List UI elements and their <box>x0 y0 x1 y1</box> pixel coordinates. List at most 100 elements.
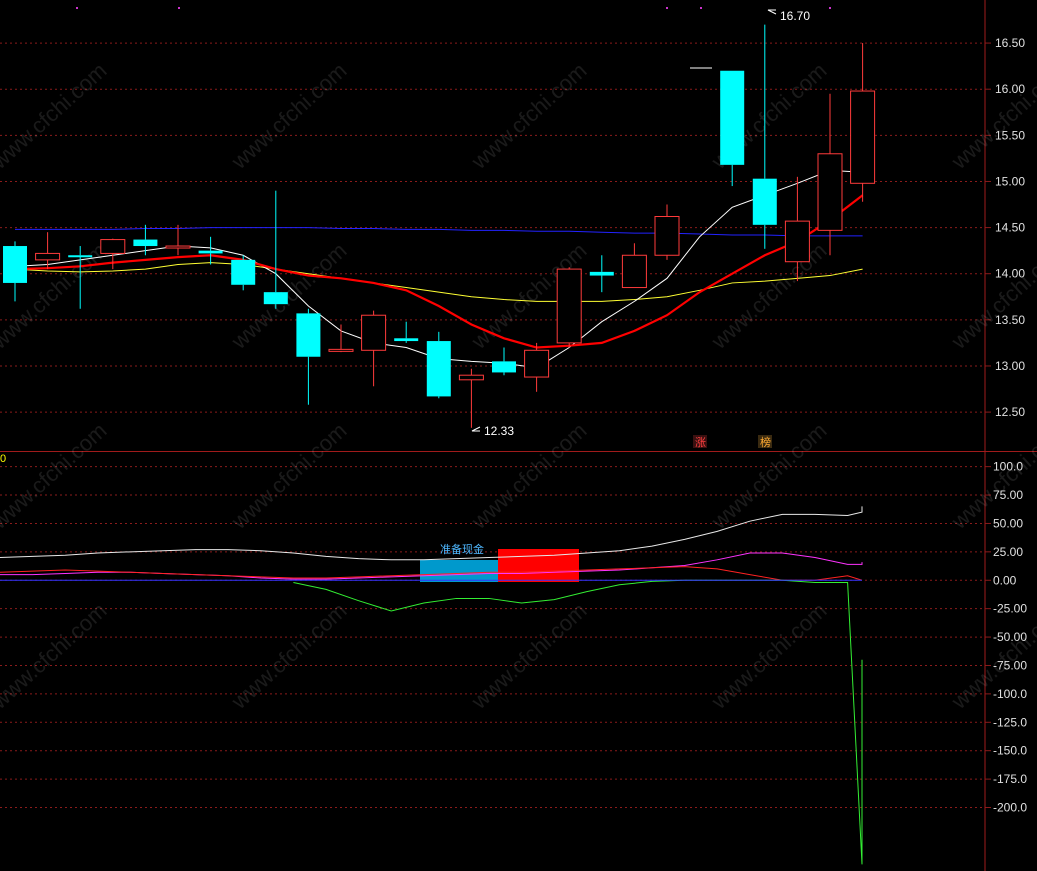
watermark-text: www.cfchi.com <box>0 418 111 535</box>
indicator-tick-label: -125.0 <box>993 715 1027 729</box>
price-tick-label: 13.50 <box>995 313 1025 327</box>
indicator-tick-label: -150.0 <box>993 744 1027 758</box>
watermark-layer: www.cfchi.com www.cfchi.com www.cfchi.com w… <box>0 58 1037 715</box>
candle <box>458 368 484 428</box>
price-tick-label: 14.50 <box>995 221 1025 235</box>
candle-body-up <box>654 216 680 256</box>
candle <box>556 267 582 348</box>
candle <box>426 331 451 399</box>
indicator-tick-label: 50.00 <box>993 516 1023 530</box>
candle-body-up <box>100 239 126 254</box>
candle-body-up <box>621 254 647 289</box>
badge-bang: 榜 <box>758 435 772 449</box>
indicator-tick-label: -100.0 <box>993 687 1027 701</box>
price-tick-label: 16.50 <box>995 36 1025 50</box>
candle <box>850 43 876 202</box>
candle-body-down <box>394 338 419 342</box>
candle <box>328 324 354 353</box>
indicator-tick-label: -75.00 <box>993 658 1027 672</box>
candle <box>654 204 680 260</box>
candle <box>231 255 256 291</box>
watermark-text: www.cfchi.com <box>946 58 1037 175</box>
candle-body-up <box>165 245 191 249</box>
candle-body-up <box>850 90 876 184</box>
candle-body-up <box>361 314 387 351</box>
low-annotation: 12.33 <box>471 424 514 438</box>
indicator-tick-label: -175.0 <box>993 772 1027 786</box>
candlestick-series <box>3 24 876 428</box>
watermark-text: www.cfchi.com <box>706 598 832 715</box>
candle-body-up <box>556 268 582 344</box>
watermark-text: www.cfchi.com <box>946 418 1037 535</box>
watermark-text: www.cfchi.com <box>466 58 592 175</box>
price-tick-label: 13.00 <box>995 359 1025 373</box>
indicator-tick-label: -200.0 <box>993 801 1027 815</box>
indicator-zero-label: 0 <box>0 453 6 465</box>
price-tick-label: 16.00 <box>995 82 1025 96</box>
indicator-axis: 100.0 75.00 50.00 25.00 0.00 -25.00 -50.00 -75.… <box>993 460 1027 815</box>
candle <box>524 342 550 392</box>
watermark-text: www.cfchi.com <box>0 58 111 175</box>
watermark-text: www.cfchi.com <box>0 598 111 715</box>
candle-body-down <box>198 250 223 254</box>
watermark-text: www.cfchi.com <box>226 238 352 355</box>
price-tick-label: 12.50 <box>995 405 1025 419</box>
badge-zhang-label: 涨 <box>695 436 706 449</box>
watermark-text: www.cfchi.com <box>226 58 352 175</box>
low-arrow-icon <box>471 426 481 432</box>
candle-body-down <box>426 341 451 397</box>
candle-body-down <box>231 259 256 285</box>
watermark-text: www.cfchi.com <box>466 598 592 715</box>
high-label: 16.70 <box>780 9 810 23</box>
price-tick-label: 14.00 <box>995 267 1025 281</box>
candle-body-down <box>492 361 516 373</box>
candle-body-down <box>296 313 321 357</box>
candle <box>589 255 614 293</box>
candle <box>492 347 516 376</box>
indicator-tick-label: -25.00 <box>993 602 1027 616</box>
cash-bars: 准备现金 <box>420 542 579 582</box>
badge-bang-label: 榜 <box>760 435 771 449</box>
candle-body-down <box>133 239 158 247</box>
candle <box>361 310 387 387</box>
indicator-tick-label: 25.00 <box>993 545 1023 559</box>
indicator-tick-label: 75.00 <box>993 488 1023 502</box>
candle <box>3 241 27 302</box>
badge-zhang: 涨 <box>693 435 707 449</box>
candle-body-down <box>752 178 777 225</box>
watermark-text: www.cfchi.com <box>226 418 352 535</box>
price-tick-label: 15.50 <box>995 128 1025 142</box>
watermark-text: www.cfchi.com <box>226 598 352 715</box>
candle-body-up <box>524 349 550 378</box>
ma20-line <box>14 262 863 302</box>
candle-body-up <box>458 374 484 381</box>
ma60-line <box>15 227 863 237</box>
price-tick-label: 15.00 <box>995 174 1025 188</box>
candle <box>394 321 419 343</box>
candle <box>133 224 158 256</box>
stock-chart: www.cfchi.com www.cfchi.com www.cfchi.com w… <box>0 0 1037 871</box>
high-arrow-icon <box>767 9 777 15</box>
watermark-text: www.cfchi.com <box>706 238 832 355</box>
candle-body-up <box>35 252 61 261</box>
candle-body-up <box>817 153 843 231</box>
cash-bar-blue <box>420 560 498 582</box>
candle <box>296 308 321 405</box>
high-annotation: 16.70 <box>767 9 810 23</box>
candle-body-down <box>3 246 27 283</box>
cash-label: 准备现金 <box>440 542 484 556</box>
indicator-tick-label: -50.00 <box>993 630 1027 644</box>
indicator-tick-label: 100.0 <box>993 460 1023 474</box>
candle-body-up <box>328 348 354 352</box>
low-label: 12.33 <box>484 424 514 438</box>
watermark-text: www.cfchi.com <box>946 238 1037 355</box>
candle <box>817 93 843 256</box>
indicator-tick-label: 0.00 <box>993 573 1017 587</box>
candle <box>165 224 191 256</box>
candle-body-down <box>68 255 93 258</box>
price-axis: 16.50 16.00 15.50 15.00 14.50 14.00 13.50 13.00… <box>995 36 1025 419</box>
top-markers <box>76 7 831 9</box>
candle <box>621 243 647 289</box>
candle-body-up <box>784 220 810 263</box>
candle-body-down <box>589 271 614 276</box>
